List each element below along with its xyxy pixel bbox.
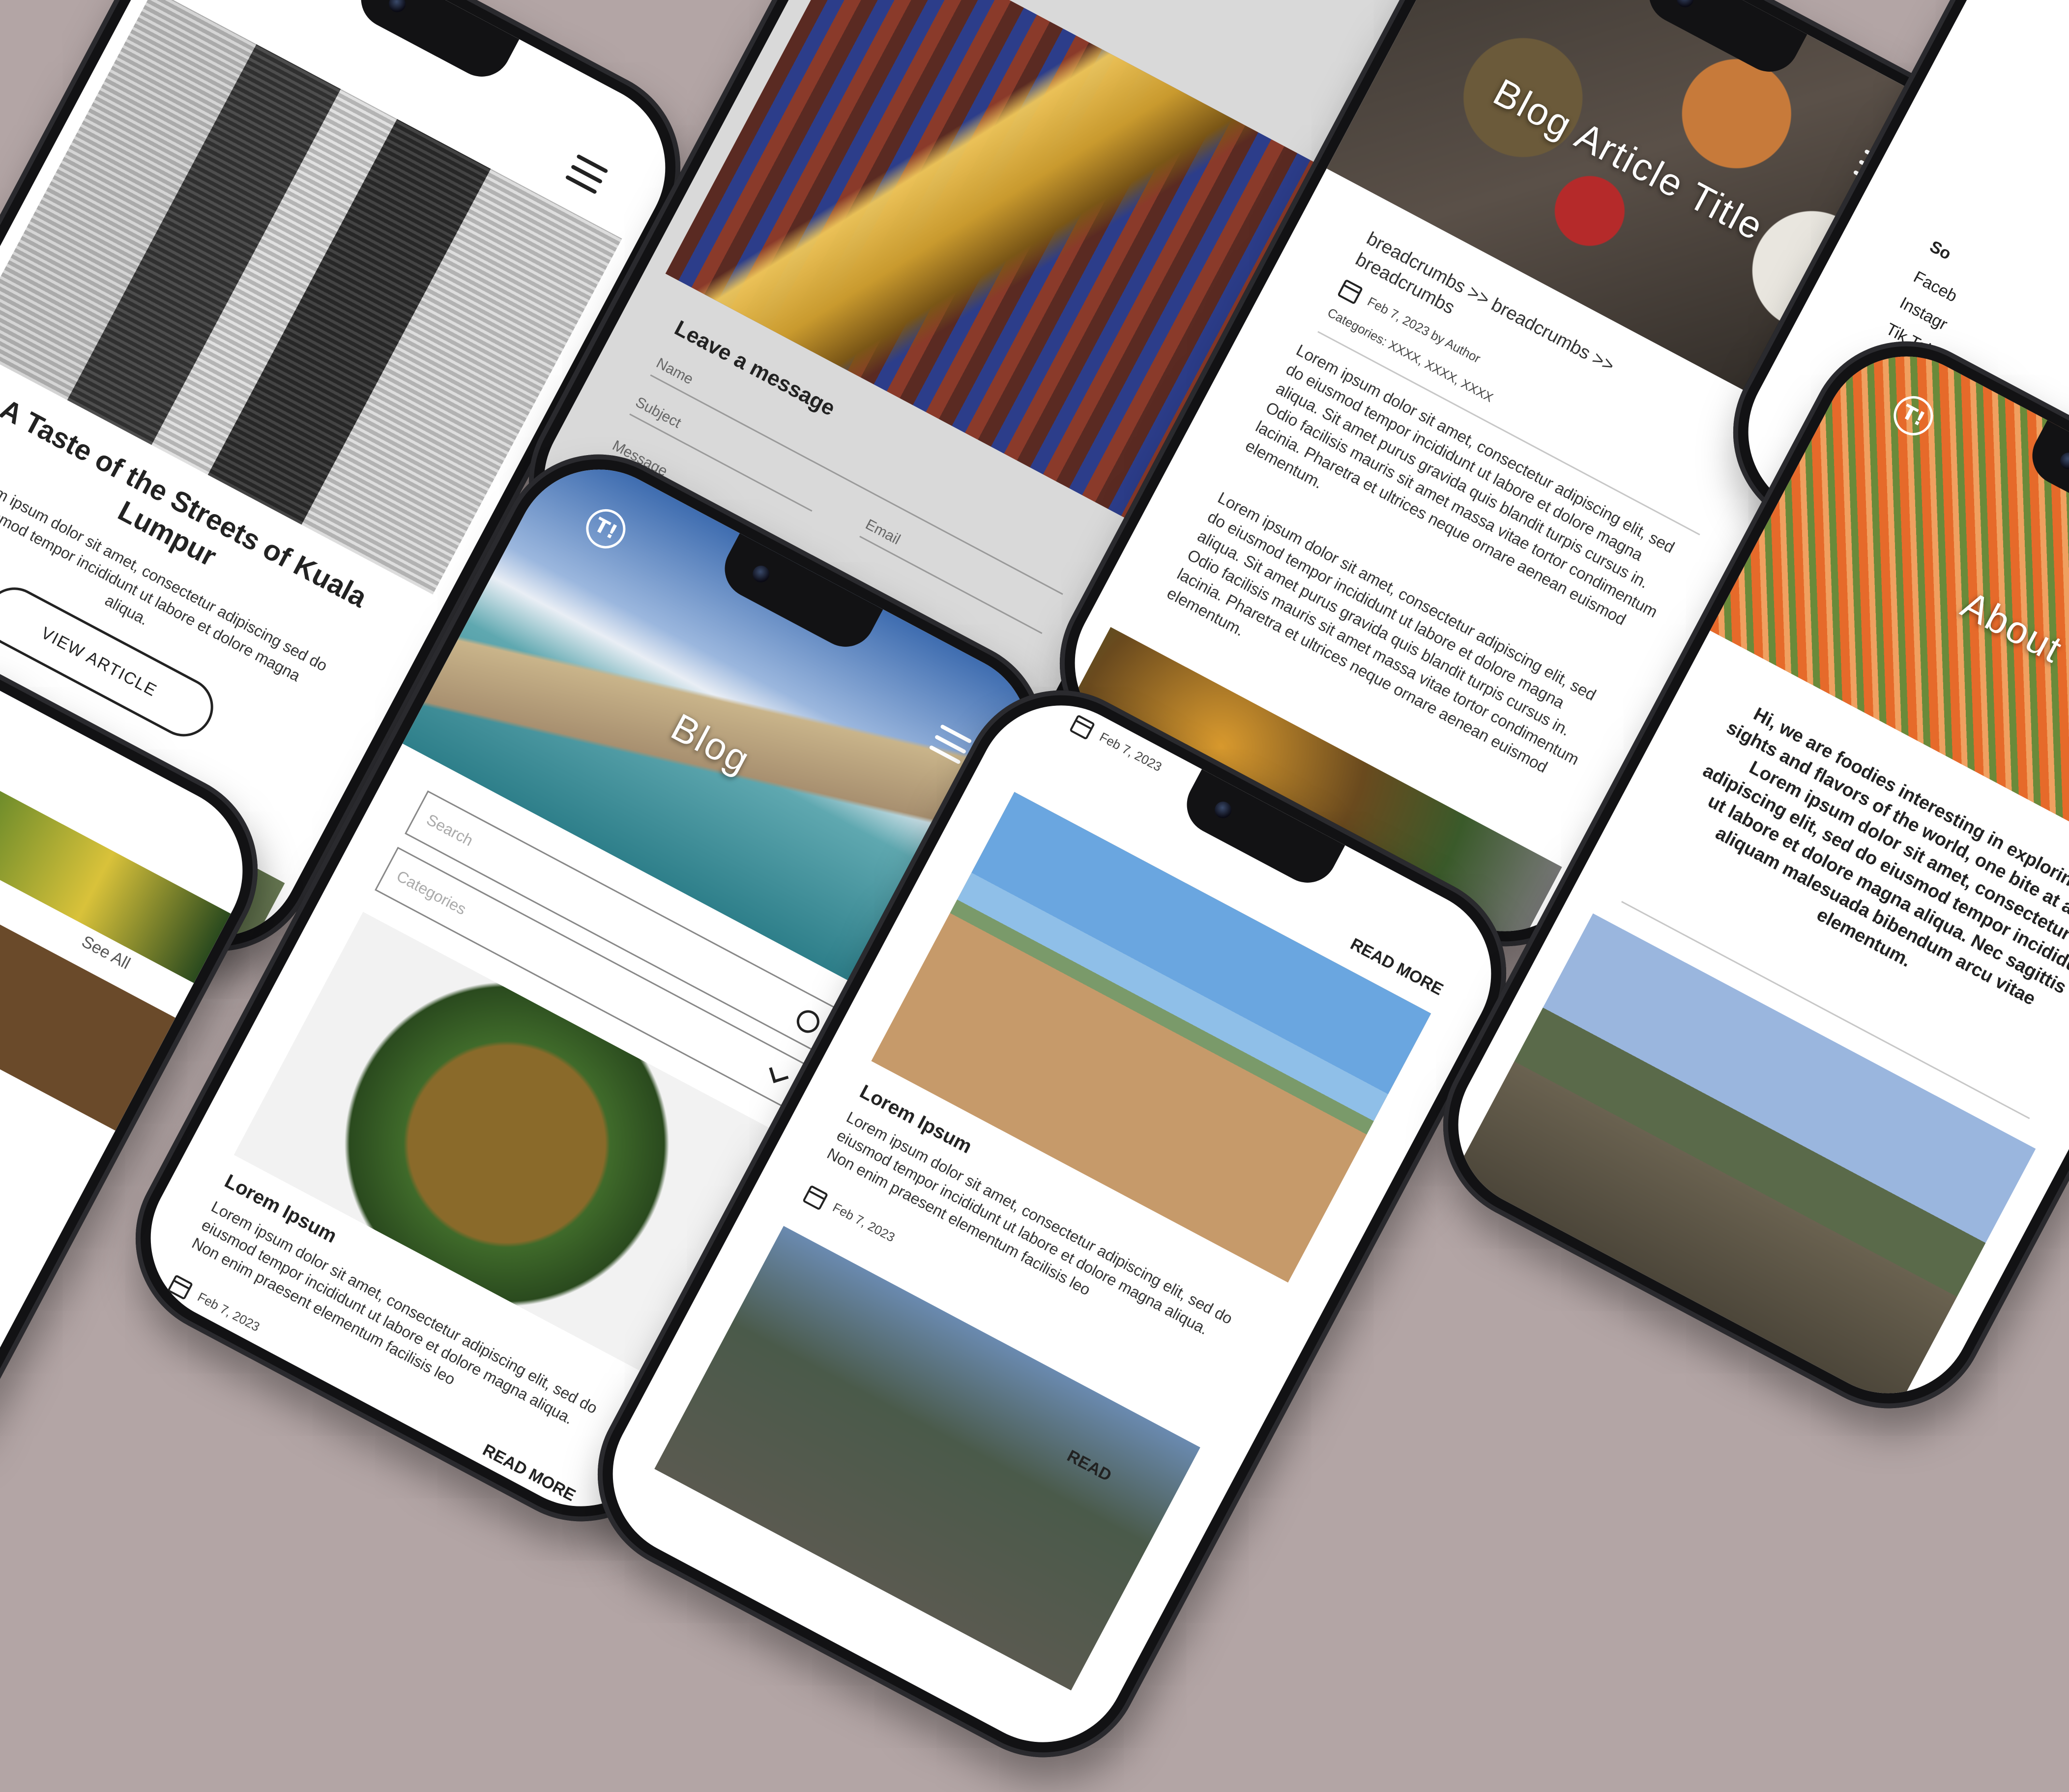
calendar-icon	[802, 1185, 829, 1211]
top-card-date: Feb 7, 2023	[1097, 729, 1165, 775]
calendar-icon	[1069, 714, 1096, 740]
camera	[1212, 798, 1235, 821]
card-meta: Feb 7, 2023	[167, 1274, 262, 1337]
calendar-icon	[1337, 279, 1364, 305]
chevron-down-icon[interactable]	[769, 1063, 789, 1083]
notch	[350, 0, 520, 87]
email-label: Email	[863, 516, 903, 548]
card-date: Feb 7, 2023	[830, 1200, 898, 1245]
search-icon[interactable]	[792, 1006, 823, 1037]
menu-icon[interactable]	[565, 154, 609, 195]
card-meta: Feb 7, 2023	[802, 1185, 898, 1247]
name-label: Name	[653, 355, 696, 388]
camera	[386, 0, 409, 15]
search-placeholder: Search	[424, 810, 476, 849]
subject-label: Subject	[633, 394, 684, 432]
calendar-icon	[167, 1274, 194, 1301]
categories-placeholder: Categories	[394, 867, 469, 918]
camera	[750, 562, 773, 585]
camera	[1674, 0, 1697, 10]
camera	[2057, 449, 2069, 472]
card-date: Feb 7, 2023	[195, 1289, 262, 1334]
social-heading: So	[1926, 237, 1954, 264]
